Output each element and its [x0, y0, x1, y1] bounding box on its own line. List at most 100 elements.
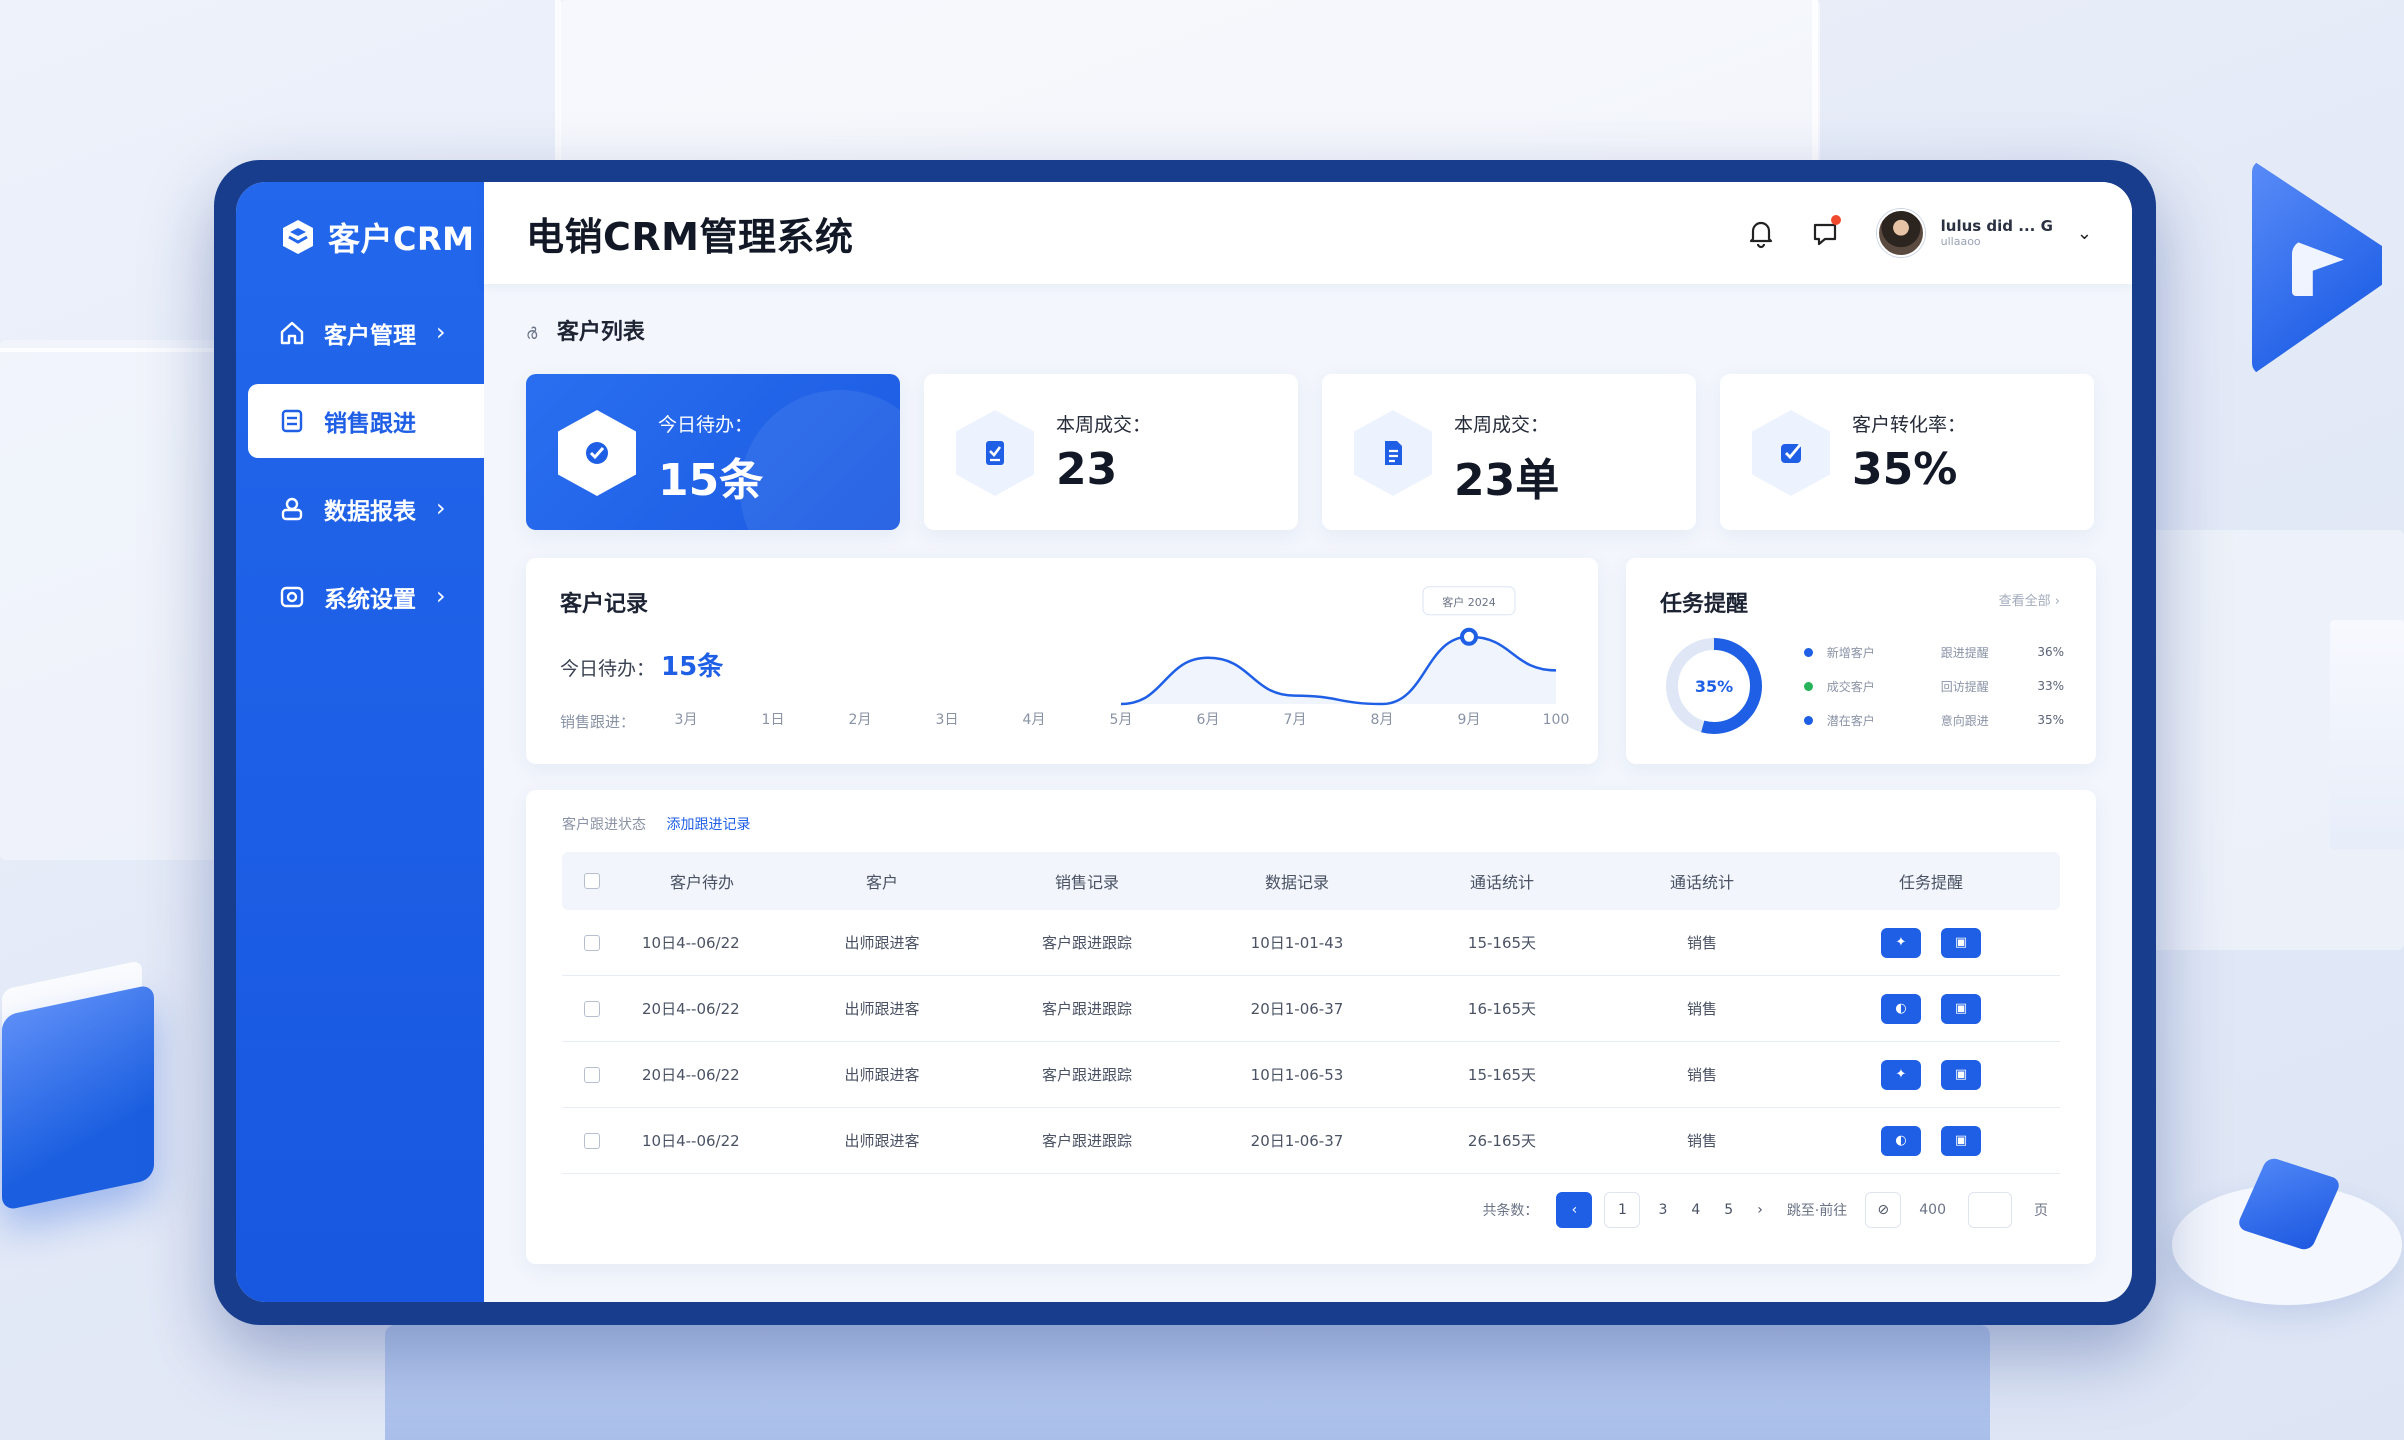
- table-cell: 出师跟进客: [844, 1000, 920, 1018]
- row-checkbox[interactable]: [562, 934, 622, 951]
- page-unit: 页: [2034, 1203, 2048, 1219]
- highlight-point[interactable]: [1460, 627, 1478, 646]
- call-button[interactable]: ◐: [1881, 993, 1921, 1024]
- topbar: 电销CRM管理系统 lulus did ... G ullaaoo ⌄: [484, 182, 2132, 284]
- row-checkbox[interactable]: [562, 1066, 622, 1083]
- stat-card-today-todo[interactable]: 今日待办： 15条: [526, 374, 900, 530]
- user-info[interactable]: lulus did ... G ullaaoo: [1941, 217, 2053, 248]
- task-row[interactable]: 潜在客户 意向跟进 35%: [1804, 710, 2064, 730]
- bell-icon[interactable]: [1743, 215, 1779, 251]
- cube-logo-icon: [283, 220, 313, 254]
- task-detail: 跟进提醒: [1940, 645, 1989, 660]
- message-button[interactable]: ▣: [1941, 1059, 1981, 1090]
- page-size-select[interactable]: ⊘: [1865, 1192, 1902, 1228]
- table-cell: 10日4--06/22: [642, 1132, 740, 1150]
- document-icon: [278, 407, 306, 435]
- decorative-box: [2, 983, 154, 1212]
- goto-page-input[interactable]: [1968, 1192, 2012, 1228]
- column-header[interactable]: 客户待办: [622, 869, 782, 893]
- donut-label: 35%: [1694, 676, 1734, 696]
- checkbox-box: [584, 873, 600, 889]
- table-cell: 10日4--06/22: [642, 934, 740, 952]
- task-row[interactable]: 新增客户 跟进提醒 36%: [1804, 642, 2064, 662]
- brand[interactable]: 客户CRM: [236, 182, 484, 292]
- prev-page-button[interactable]: ‹: [1556, 1192, 1593, 1228]
- page-button-5[interactable]: 5: [1724, 1202, 1733, 1218]
- message-button[interactable]: ▣: [1941, 927, 1981, 958]
- add-record-link[interactable]: 添加跟进记录: [666, 817, 750, 833]
- message-button[interactable]: ▣: [1941, 993, 1981, 1024]
- notification-icon[interactable]: [1807, 215, 1843, 251]
- table-row[interactable]: 10日4--06/22 出师跟进客 客户跟进跟踪 20日1-06-37 26-1…: [562, 1108, 2060, 1174]
- stat-value: 35%: [1852, 444, 1958, 495]
- legend-dot: [1804, 647, 1813, 657]
- column-header[interactable]: 任务提醒: [1802, 869, 2060, 893]
- backdrop-line: [1812, 0, 1818, 170]
- column-header[interactable]: 通话统计: [1402, 869, 1602, 893]
- x-tick-label: 3日: [936, 712, 959, 728]
- call-button[interactable]: ◐: [1881, 1125, 1921, 1156]
- table-cell: 销售: [1686, 1132, 1717, 1150]
- table-cell: 销售: [1686, 1066, 1717, 1084]
- page-button-3[interactable]: 3: [1658, 1202, 1667, 1218]
- column-header[interactable]: 销售记录: [982, 869, 1192, 893]
- table-row[interactable]: 10日4--06/22 出师跟进客 客户跟进跟踪 10日1-01-43 15-1…: [562, 910, 2060, 976]
- table-row[interactable]: 20日4--06/22 出师跟进客 客户跟进跟踪 20日1-06-37 16-1…: [562, 976, 2060, 1042]
- table-header: 客户待办 客户 销售记录 数据记录 通话统计 通话统计 任务提醒: [562, 852, 2060, 910]
- call-button[interactable]: ✦: [1881, 1059, 1921, 1090]
- column-header[interactable]: 通话统计: [1602, 869, 1802, 893]
- task-reminder-panel: 任务提醒 查看全部 › 35% 新增客户 跟进提醒 36% 成交客户 回访提醒 …: [1626, 558, 2096, 764]
- x-tick-label: 100: [1543, 712, 1570, 728]
- x-tick-label: 4月: [1023, 712, 1046, 728]
- select-all-checkbox[interactable]: [562, 873, 622, 889]
- breadcrumb-label: 客户列表: [556, 320, 645, 345]
- message-button[interactable]: ▣: [1941, 1125, 1981, 1156]
- chevron-down-icon[interactable]: ⌄: [2077, 223, 2092, 244]
- row-actions: ◐ ▣: [1802, 993, 2060, 1024]
- stat-value: 23: [1056, 444, 1118, 495]
- row-actions: ◐ ▣: [1802, 1125, 2060, 1156]
- sidebar-item-data-reports[interactable]: 数据报表 ›: [236, 472, 484, 546]
- view-all-link[interactable]: 查看全部 ›: [1999, 590, 2060, 609]
- table-cell: 20日4--06/22: [642, 1000, 740, 1018]
- chart-tooltip-text: 客户 2024: [1442, 595, 1496, 609]
- table-cell: 20日1-06-37: [1250, 1132, 1344, 1150]
- column-header[interactable]: 数据记录: [1192, 869, 1402, 893]
- page-button-1[interactable]: 1: [1604, 1192, 1641, 1228]
- backdrop-line: [555, 0, 561, 170]
- stat-card-conversion-rate[interactable]: 客户转化率： 35%: [1720, 374, 2094, 530]
- tasks-title: 任务提醒: [1660, 592, 1749, 617]
- task-row[interactable]: 成交客户 回访提醒 33%: [1804, 676, 2064, 696]
- table-cell: 客户跟进跟踪: [1041, 1000, 1132, 1018]
- backdrop-panel: [0, 340, 230, 860]
- notification-badge: [1830, 215, 1841, 225]
- page-size-value: 400: [1919, 1202, 1946, 1218]
- sidebar-item-customer-management[interactable]: 客户管理 ›: [236, 296, 484, 370]
- stat-card-weekly-orders[interactable]: 本周成交： 23单: [1322, 374, 1696, 530]
- backdrop-line: [0, 348, 230, 352]
- call-button[interactable]: ✦: [1881, 927, 1921, 958]
- chevron-right-icon: ›: [436, 494, 446, 522]
- main-content: 电销CRM管理系统 lulus did ... G ullaaoo ⌄ ർ 客户…: [484, 182, 2132, 1302]
- row-checkbox[interactable]: [562, 1132, 622, 1149]
- column-header[interactable]: 客户: [782, 869, 982, 893]
- page-button-4[interactable]: 4: [1691, 1202, 1700, 1218]
- sidebar-item-sales-followup[interactable]: 销售跟进: [248, 384, 484, 458]
- table-cell: 10日1-06-53: [1250, 1066, 1344, 1084]
- table-row[interactable]: 20日4--06/22 出师跟进客 客户跟进跟踪 10日1-06-53 15-1…: [562, 1042, 2060, 1108]
- table-cell: 客户跟进跟踪: [1041, 934, 1132, 952]
- stat-card-weekly-deals[interactable]: 本周成交： 23: [924, 374, 1298, 530]
- avatar[interactable]: [1876, 209, 1925, 257]
- task-detail: 意向跟进: [1940, 713, 1989, 728]
- filter-label: 客户跟进状态: [562, 817, 646, 833]
- sidebar-item-system-settings[interactable]: 系统设置 ›: [236, 560, 484, 634]
- brand-name: 客户CRM: [328, 220, 475, 258]
- clipboard-icon: [956, 410, 1034, 496]
- decorative-block: [2330, 620, 2404, 850]
- customer-table-panel: 客户跟进状态 添加跟进记录 客户待办 客户 销售记录 数据记录 通话统计 通话统…: [526, 790, 2096, 1264]
- row-actions: ✦ ▣: [1802, 927, 2060, 958]
- table-cell: 15-165天: [1467, 934, 1537, 952]
- next-page-button[interactable]: ›: [1757, 1202, 1763, 1218]
- chevron-right-icon: ›: [436, 582, 446, 610]
- row-checkbox[interactable]: [562, 1000, 622, 1017]
